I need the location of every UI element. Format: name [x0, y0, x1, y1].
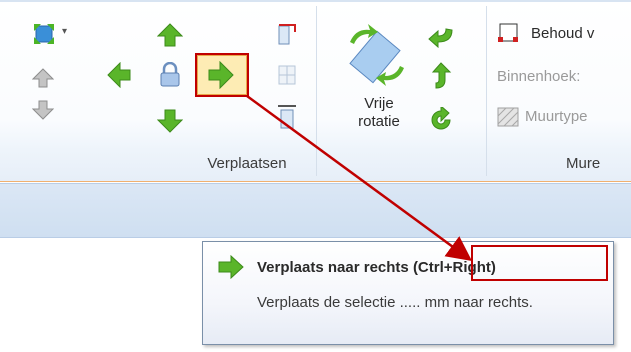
- annotation-arrow: [246, 94, 473, 261]
